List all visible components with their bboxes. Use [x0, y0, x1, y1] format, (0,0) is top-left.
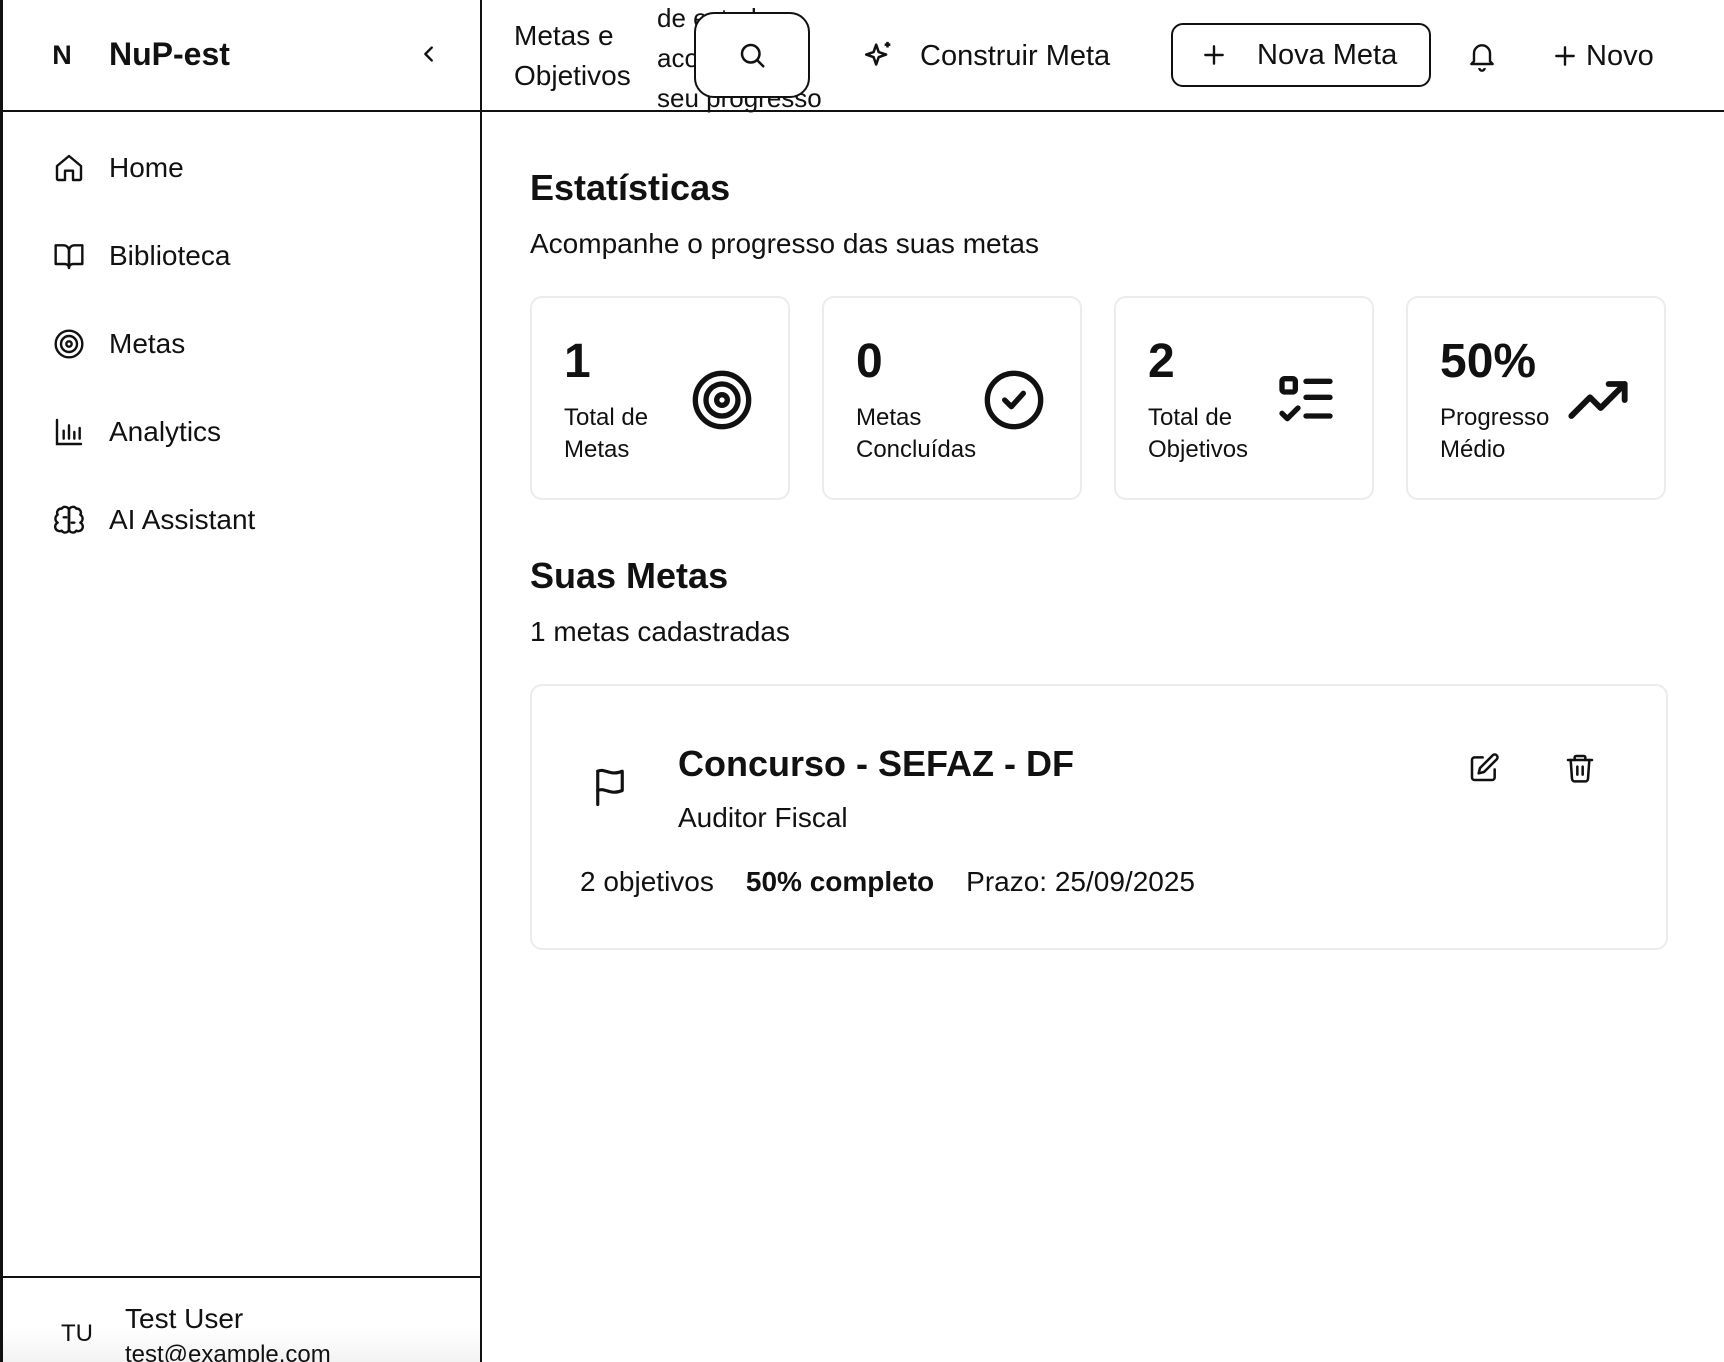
edit-goal-button[interactable] [1464, 748, 1504, 788]
goal-deadline: Prazo: 25/09/2025 [966, 866, 1195, 897]
nova-meta-button[interactable]: Nova Meta [1171, 23, 1431, 87]
list-checks-icon [1274, 368, 1338, 432]
stat-value: 1 [564, 335, 591, 388]
search-icon [740, 43, 765, 68]
stat-card-metas-concluidas: 0 Metas Concluídas [822, 296, 1082, 500]
trending-up-icon [1566, 368, 1630, 432]
user-email: test@example.com [125, 1341, 331, 1362]
goals-subtitle: 1 metas cadastradas [530, 616, 790, 647]
sidebar-item-label: Metas [109, 328, 186, 359]
stat-value: 0 [856, 335, 883, 388]
book-open-icon [51, 238, 87, 274]
construir-meta-label: Construir Meta [920, 39, 1111, 72]
goal-progress: 50% completo [745, 866, 935, 897]
sidebar-item-analytics[interactable]: Analytics [3, 388, 480, 476]
sidebar-item-label: Biblioteca [109, 240, 231, 271]
nova-meta-label: Nova Meta [1257, 38, 1398, 71]
stat-card-total-objetivos: 2 Total de Objetivos [1114, 296, 1374, 500]
bell-icon [1470, 44, 1494, 72]
novo-label: Novo [1586, 39, 1654, 72]
target-icon [690, 368, 754, 432]
avatar: TU [61, 1320, 93, 1347]
trash-icon [1566, 754, 1594, 783]
collapse-sidebar-button[interactable] [411, 36, 447, 72]
sidebar-item-label: Home [109, 152, 184, 183]
app-logo: N [52, 40, 72, 70]
edit-icon [1470, 753, 1499, 782]
stats-title: Estatísticas [530, 167, 731, 208]
sidebar-item-biblioteca[interactable]: Biblioteca [3, 212, 480, 300]
stats-subtitle: Acompanhe o progresso das suas metas [530, 228, 1039, 259]
sidebar-item-home[interactable]: Home [3, 124, 480, 212]
goal-objectives-count: 2 objetivos [580, 866, 714, 897]
sidebar-header: N NuP-est [3, 0, 480, 112]
main-content: Estatísticas Acompanhe o progresso das s… [482, 114, 1724, 1362]
app-name: NuP-est [109, 36, 230, 72]
user-name: Test User [125, 1303, 244, 1334]
delete-goal-button[interactable] [1560, 748, 1600, 788]
sidebar: N NuP-est Home Biblioteca Metas Analytic… [0, 0, 482, 1362]
stat-value: 50% [1440, 335, 1537, 388]
sidebar-item-label: AI Assistant [109, 504, 256, 535]
goals-title: Suas Metas [530, 555, 729, 596]
novo-button[interactable]: Novo [1552, 30, 1654, 82]
page-title: Metas e Objetivos [514, 20, 631, 91]
sidebar-item-metas[interactable]: Metas [3, 300, 480, 388]
plus-icon [1555, 46, 1575, 66]
bar-chart-icon [51, 414, 87, 450]
stat-value: 2 [1148, 335, 1175, 388]
topbar: Metas e Objetivos de estudo e acompanhe … [482, 0, 1724, 113]
sidebar-item-ai-assistant[interactable]: AI Assistant [3, 476, 480, 564]
sparkles-icon [864, 41, 891, 66]
stat-card-progresso-medio: 50% Progresso Médio [1406, 296, 1666, 500]
home-icon [51, 150, 87, 186]
brain-icon [51, 502, 87, 538]
sidebar-nav: Home Biblioteca Metas Analytics AI Assis… [3, 124, 480, 564]
notifications-button[interactable] [1462, 34, 1502, 78]
construir-meta-button[interactable]: Construir Meta [862, 30, 1110, 82]
plus-icon [1204, 45, 1224, 65]
goal-meta: 2 objetivos 50% completo Prazo: 25/09/20… [580, 864, 1227, 900]
chevron-left-icon [424, 46, 433, 62]
stat-card-total-metas: 1 Total de Metas [530, 296, 790, 500]
goal-title: Concurso - SEFAZ - DF [678, 743, 1074, 784]
flag-icon [592, 766, 628, 808]
target-icon [51, 326, 87, 362]
goal-subtitle: Auditor Fiscal [678, 802, 848, 833]
search-button[interactable] [694, 12, 810, 98]
user-profile[interactable]: TU Test User test@example.com [3, 1276, 480, 1362]
goal-card[interactable]: Concurso - SEFAZ - DF Auditor Fiscal 2 o… [530, 684, 1668, 950]
sidebar-item-label: Analytics [109, 416, 222, 447]
check-circle-icon [982, 368, 1046, 432]
